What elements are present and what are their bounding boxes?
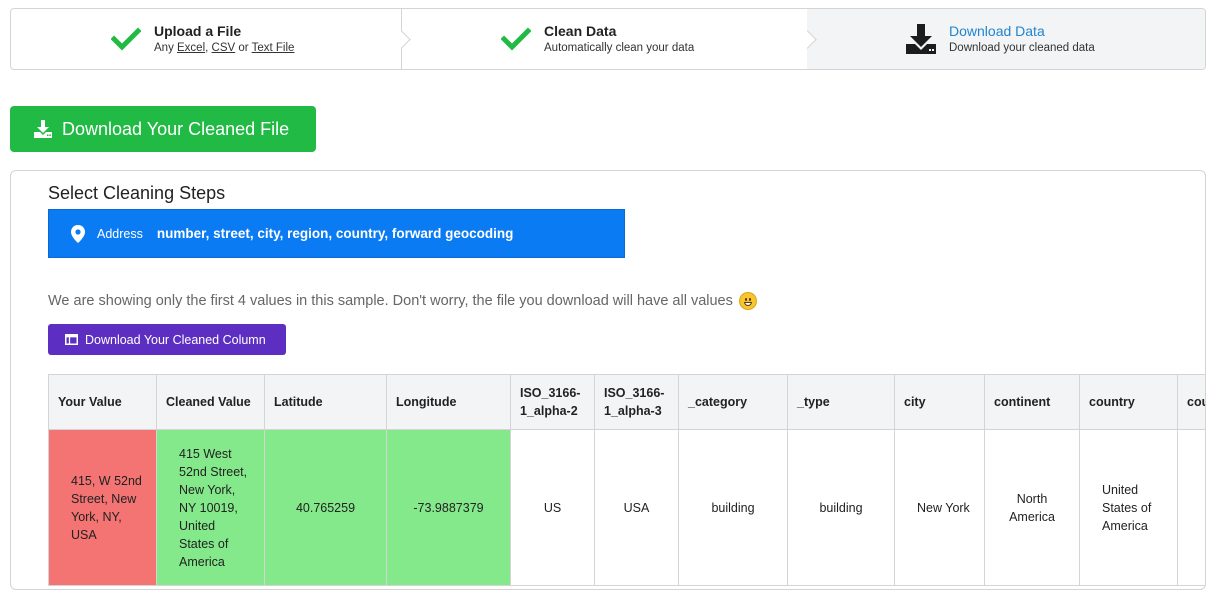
column-header[interactable]: city bbox=[894, 374, 985, 430]
progress-stepper: Upload a File Any Excel, CSV or Text Fil… bbox=[10, 8, 1206, 70]
results-table: Your Value Cleaned Value Latitude Longit… bbox=[48, 374, 1205, 586]
column-header[interactable]: Cleaned Value bbox=[156, 374, 265, 430]
check-icon bbox=[110, 23, 142, 55]
results-table-container[interactable]: Your Value Cleaned Value Latitude Longit… bbox=[48, 374, 1205, 589]
step-desc: Any Excel, CSV or Text File bbox=[154, 41, 295, 54]
step-title: Download Data bbox=[949, 22, 1045, 39]
download-cleaned-file-button[interactable]: Download Your Cleaned File bbox=[10, 106, 316, 152]
sample-note: We are showing only the first 4 values i… bbox=[48, 292, 757, 310]
column-header[interactable]: ISO_3166-1_alpha-3 bbox=[594, 374, 679, 430]
table-cell: USA bbox=[594, 429, 679, 586]
table-icon bbox=[65, 334, 78, 345]
step-download[interactable]: Download Data Download your cleaned data bbox=[807, 9, 1205, 69]
column-header[interactable]: cou bbox=[1177, 374, 1205, 430]
column-header[interactable]: Your Value bbox=[48, 374, 157, 430]
download-file-label: Download Your Cleaned File bbox=[62, 118, 290, 139]
table-cell: building bbox=[678, 429, 788, 586]
table-row: 415, W 52nd Street, New York, NY, USA 41… bbox=[48, 429, 1205, 586]
table-cell: United States of America bbox=[1079, 429, 1178, 586]
download-icon bbox=[34, 120, 52, 138]
download-cleaned-column-button[interactable]: Download Your Cleaned Column bbox=[48, 324, 286, 355]
download-column-label: Download Your Cleaned Column bbox=[85, 332, 266, 347]
table-cell: North America bbox=[984, 429, 1080, 586]
table-cell: building bbox=[787, 429, 895, 586]
cleaned-value-cell: 415 West 52nd Street, New York, NY 10019… bbox=[156, 429, 265, 586]
step-title: Clean Data bbox=[544, 22, 617, 39]
column-header[interactable]: _category bbox=[678, 374, 788, 430]
check-icon bbox=[500, 23, 532, 55]
original-value-cell: 415, W 52nd Street, New York, NY, USA bbox=[48, 429, 157, 586]
download-icon bbox=[905, 23, 937, 55]
longitude-cell: -73.9887379 bbox=[386, 429, 511, 586]
step-desc: Automatically clean your data bbox=[544, 41, 695, 54]
table-header-row: Your Value Cleaned Value Latitude Longit… bbox=[48, 374, 1205, 430]
latitude-cell: 40.765259 bbox=[264, 429, 387, 586]
step-title: Upload a File bbox=[154, 22, 242, 39]
address-steps: number, street, city, region, country, f… bbox=[156, 226, 514, 241]
column-header[interactable]: Latitude bbox=[264, 374, 387, 430]
address-cleaning-step[interactable]: Address number, street, city, region, co… bbox=[48, 209, 625, 258]
table-cell: New York bbox=[894, 429, 985, 586]
column-header[interactable]: country bbox=[1079, 374, 1178, 430]
column-header[interactable]: continent bbox=[984, 374, 1080, 430]
column-header[interactable]: _type bbox=[787, 374, 895, 430]
grinning-face-icon bbox=[738, 292, 757, 310]
table-cell: US bbox=[510, 429, 595, 586]
column-header[interactable]: ISO_3166-1_alpha-2 bbox=[510, 374, 595, 430]
map-pin-icon bbox=[71, 224, 85, 243]
column-header[interactable]: Longitude bbox=[386, 374, 511, 430]
cleaning-card: Select Cleaning Steps Address number, st… bbox=[10, 170, 1206, 590]
table-cell: u bbox=[1177, 429, 1205, 586]
step-upload[interactable]: Upload a File Any Excel, CSV or Text Fil… bbox=[11, 9, 411, 69]
step-clean[interactable]: Clean Data Automatically clean your data bbox=[401, 9, 817, 69]
step-desc: Download your cleaned data bbox=[949, 41, 1095, 54]
address-label: Address bbox=[97, 226, 143, 241]
section-title: Select Cleaning Steps bbox=[48, 183, 226, 203]
